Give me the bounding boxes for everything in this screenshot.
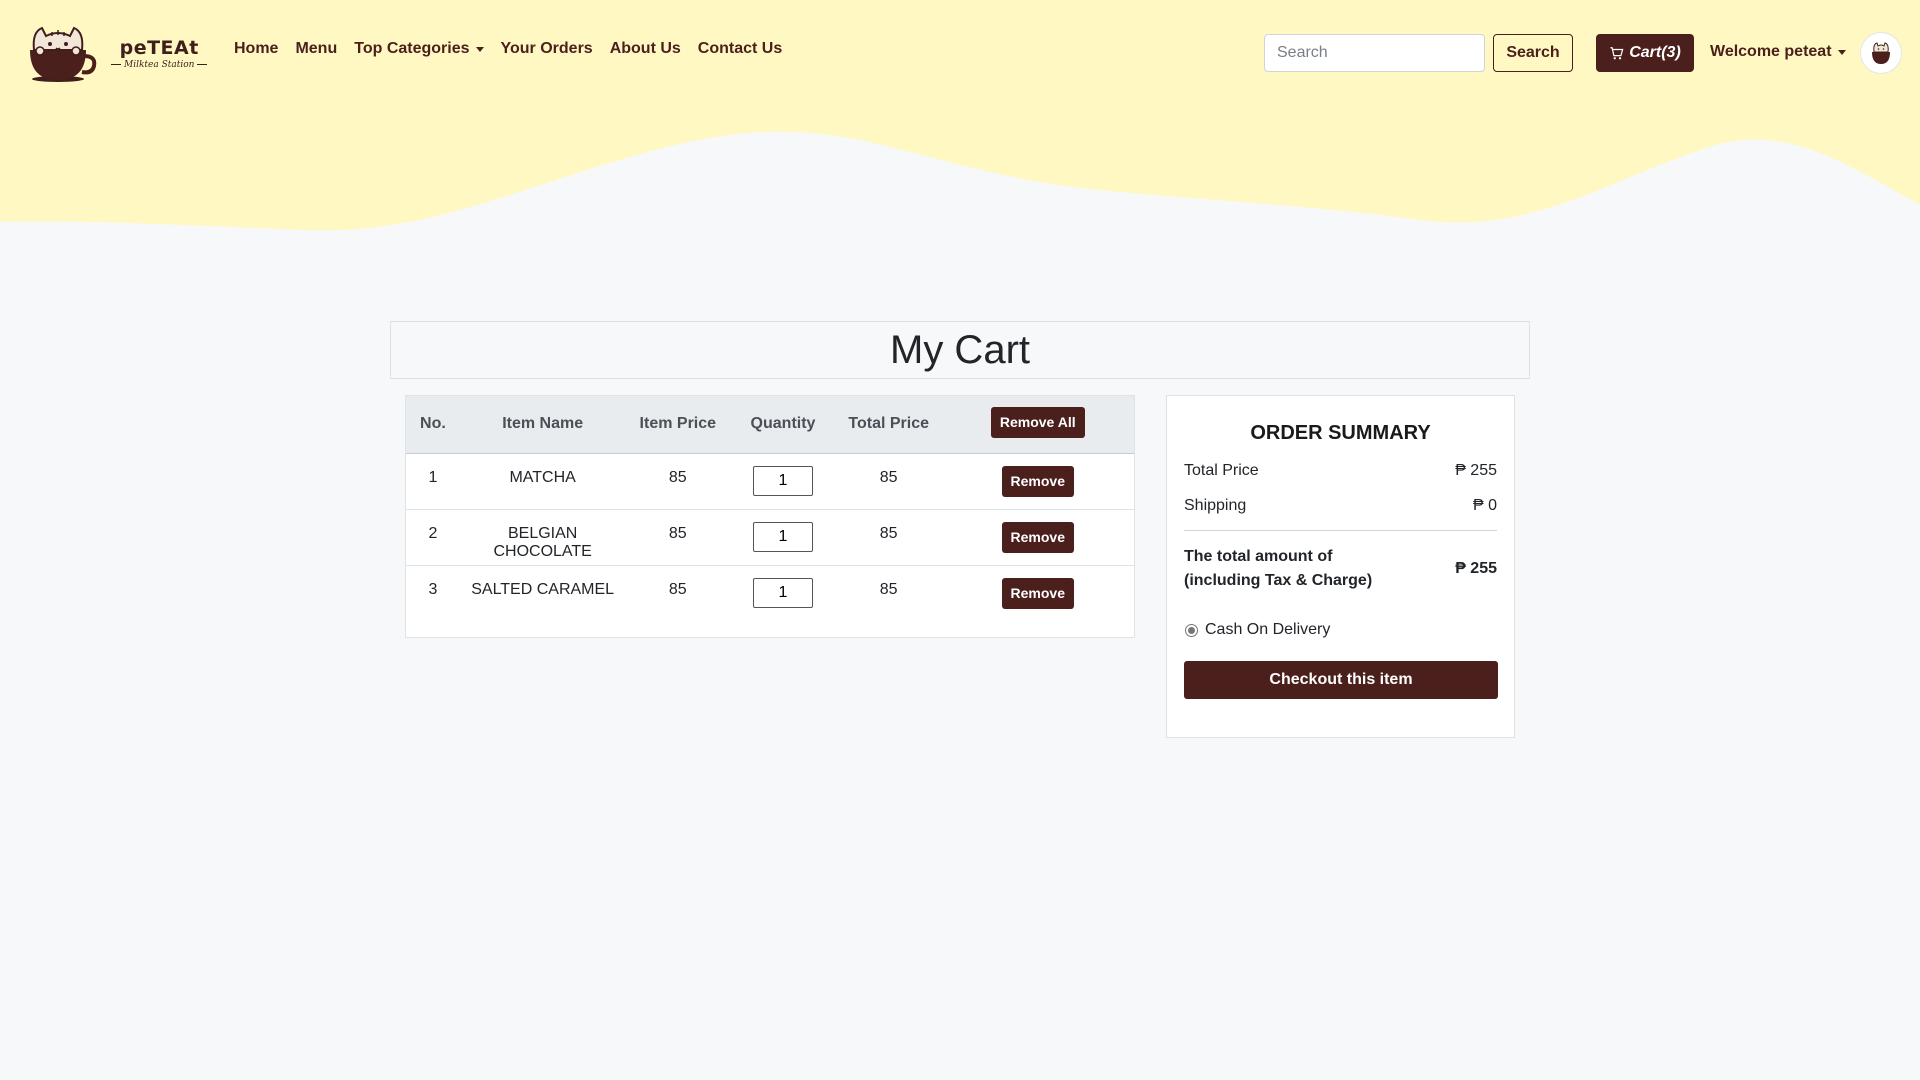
search-input[interactable] (1264, 34, 1485, 72)
row-number: 3 (428, 580, 438, 598)
quantity-input[interactable] (752, 577, 813, 608)
item-name: BELGIAN CHOCOLATE (493, 524, 592, 560)
quantity-input[interactable] (752, 465, 813, 496)
cart-table-card: No. Item Name Item Price Quantity Total … (405, 395, 1135, 638)
item-price: 85 (668, 580, 687, 598)
nav-home[interactable]: Home (234, 40, 278, 58)
remove-all-button[interactable]: Remove All (990, 406, 1085, 438)
shopping-cart-icon (1610, 47, 1624, 60)
cart-button-label: Cart(3) (1629, 44, 1681, 61)
quantity-cell (730, 453, 836, 509)
item-price: 85 (668, 468, 687, 486)
column-header-quantity: Quantity (750, 415, 816, 433)
action-cell: Remove (942, 509, 1135, 565)
shipping-row: Shipping ₱ 0 (1184, 497, 1497, 515)
table-row: 1 MATCHA 85 85 Remove (406, 453, 1134, 509)
page-title: My Cart (890, 327, 1030, 372)
column-header-item-name: Item Name (502, 415, 584, 433)
shipping-value: ₱ 0 (1472, 497, 1497, 514)
payment-option-cod[interactable]: Cash On Delivery (1184, 621, 1497, 639)
total-price-label: Total Price (1184, 462, 1259, 479)
row-number: 2 (428, 524, 438, 542)
nav-top-categories-label: Top Categories (354, 40, 470, 57)
quantity-cell (730, 565, 836, 621)
column-header-item-price: Item Price (639, 415, 717, 433)
item-total-price: 85 (879, 524, 898, 542)
remove-button[interactable]: Remove (1001, 465, 1074, 497)
nav-your-orders[interactable]: Your Orders (501, 40, 593, 58)
cat-cup-logo-icon (30, 26, 97, 82)
quantity-input[interactable] (752, 521, 813, 552)
item-total-price: 85 (879, 580, 898, 598)
chevron-down-icon (1837, 49, 1846, 55)
table-row: 3 SALTED CARAMEL 85 85 Remove (406, 565, 1134, 621)
cart-table: No. Item Name Item Price Quantity Total … (406, 396, 1134, 621)
grand-total-value: ₱ 255 (1455, 560, 1497, 577)
payment-radio[interactable] (1185, 623, 1198, 637)
quantity-cell (730, 509, 836, 565)
welcome-label: Welcome peteat (1710, 43, 1832, 60)
column-header-no: No. (420, 415, 446, 433)
chevron-down-icon (475, 46, 484, 52)
table-row: 2 BELGIAN CHOCOLATE 85 85 Remove (406, 509, 1134, 565)
grand-total-label-line2: (including Tax & Charge) (1184, 572, 1373, 589)
remove-button[interactable]: Remove (1001, 521, 1074, 553)
item-name: SALTED CARAMEL (471, 580, 615, 598)
avatar[interactable] (1860, 32, 1902, 74)
user-menu-dropdown[interactable]: Welcome peteat (1710, 43, 1846, 61)
payment-method-label: Cash On Delivery (1205, 621, 1331, 638)
row-number: 1 (428, 468, 438, 486)
order-summary-card: ORDER SUMMARY Total Price ₱ 255 Shipping… (1166, 395, 1515, 738)
nav-menu[interactable]: Menu (295, 40, 337, 58)
total-price-row: Total Price ₱ 255 (1184, 462, 1497, 480)
total-price-value: ₱ 255 (1455, 462, 1497, 479)
item-price: 85 (668, 524, 687, 542)
page-title-box: My Cart (390, 321, 1530, 379)
search-button[interactable]: Search (1493, 34, 1573, 72)
brand-logo[interactable]: peTEAt Milktea Station (22, 22, 210, 84)
grand-total-label: The total amount of (including Tax & Cha… (1184, 545, 1404, 593)
nav-contact-us[interactable]: Contact Us (698, 40, 782, 58)
grand-total-row: The total amount of (including Tax & Cha… (1184, 545, 1497, 593)
checkout-button[interactable]: Checkout this item (1184, 661, 1498, 699)
action-cell: Remove (942, 565, 1135, 621)
radio-selected-dot (1188, 626, 1195, 634)
order-summary-title: ORDER SUMMARY (1250, 422, 1431, 444)
brand-subtitle: Milktea Station (108, 60, 210, 70)
nav-about-us[interactable]: About Us (610, 40, 681, 58)
cat-cup-avatar-icon (1872, 42, 1890, 64)
nav-top-categories-dropdown[interactable]: Top Categories (354, 40, 484, 58)
cart-button[interactable]: Cart(3) (1596, 34, 1694, 72)
grand-total-label-line1: The total amount of (1184, 548, 1333, 565)
top-navbar: peTEAt Milktea Station Home Menu Top Cat… (0, 0, 1920, 104)
brand-name: peTEAt (119, 36, 199, 59)
nav-links: Home Menu Top Categories Your Orders Abo… (234, 40, 799, 58)
column-header-total-price: Total Price (848, 415, 929, 433)
shipping-label: Shipping (1184, 497, 1247, 514)
item-total-price: 85 (879, 468, 898, 486)
column-header-actions: Remove All (942, 396, 1135, 453)
cart-table-header: No. Item Name Item Price Quantity Total … (406, 396, 1134, 453)
remove-button[interactable]: Remove (1001, 577, 1074, 609)
item-name: MATCHA (509, 468, 576, 486)
action-cell: Remove (942, 453, 1135, 509)
summary-divider (1184, 530, 1497, 531)
